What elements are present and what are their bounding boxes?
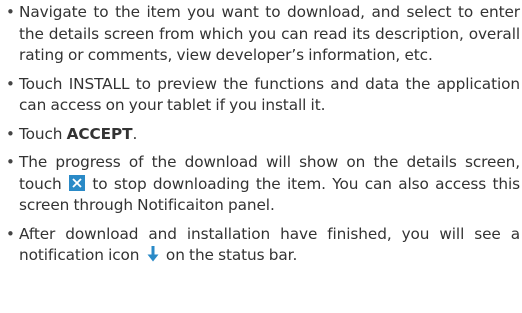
instruction-text-after-icon: on the status bar. — [161, 246, 298, 264]
list-item: • The progress of the download will show… — [0, 152, 522, 217]
list-item: • After download and installation have f… — [0, 224, 522, 267]
list-item: • Touch ACCEPT. — [0, 124, 522, 146]
instruction-text-suffix: . — [132, 124, 138, 143]
list-item: • Touch INSTALL to preview the functions… — [0, 74, 522, 117]
instruction-list: • Navigate to the item you want to downl… — [0, 0, 522, 267]
bullet-dot: • — [6, 74, 15, 93]
instruction-text-after-icon: to stop downloading the item. You can al… — [19, 174, 521, 215]
bullet-dot: • — [6, 3, 15, 21]
list-item: • Navigate to the item you want to downl… — [0, 2, 522, 67]
download-arrow-icon — [146, 245, 160, 263]
bullet-dot: • — [6, 153, 15, 171]
bullet-dot: • — [6, 124, 15, 143]
cancel-download-icon — [69, 174, 86, 191]
bullet-dot: • — [6, 224, 15, 243]
instruction-text: Navigate to the item you want to downloa… — [19, 3, 520, 64]
accept-label: ACCEPT — [66, 124, 133, 143]
instruction-text: Touch INSTALL to preview the functions a… — [19, 74, 520, 115]
instruction-text-prefix: Touch — [19, 124, 67, 143]
